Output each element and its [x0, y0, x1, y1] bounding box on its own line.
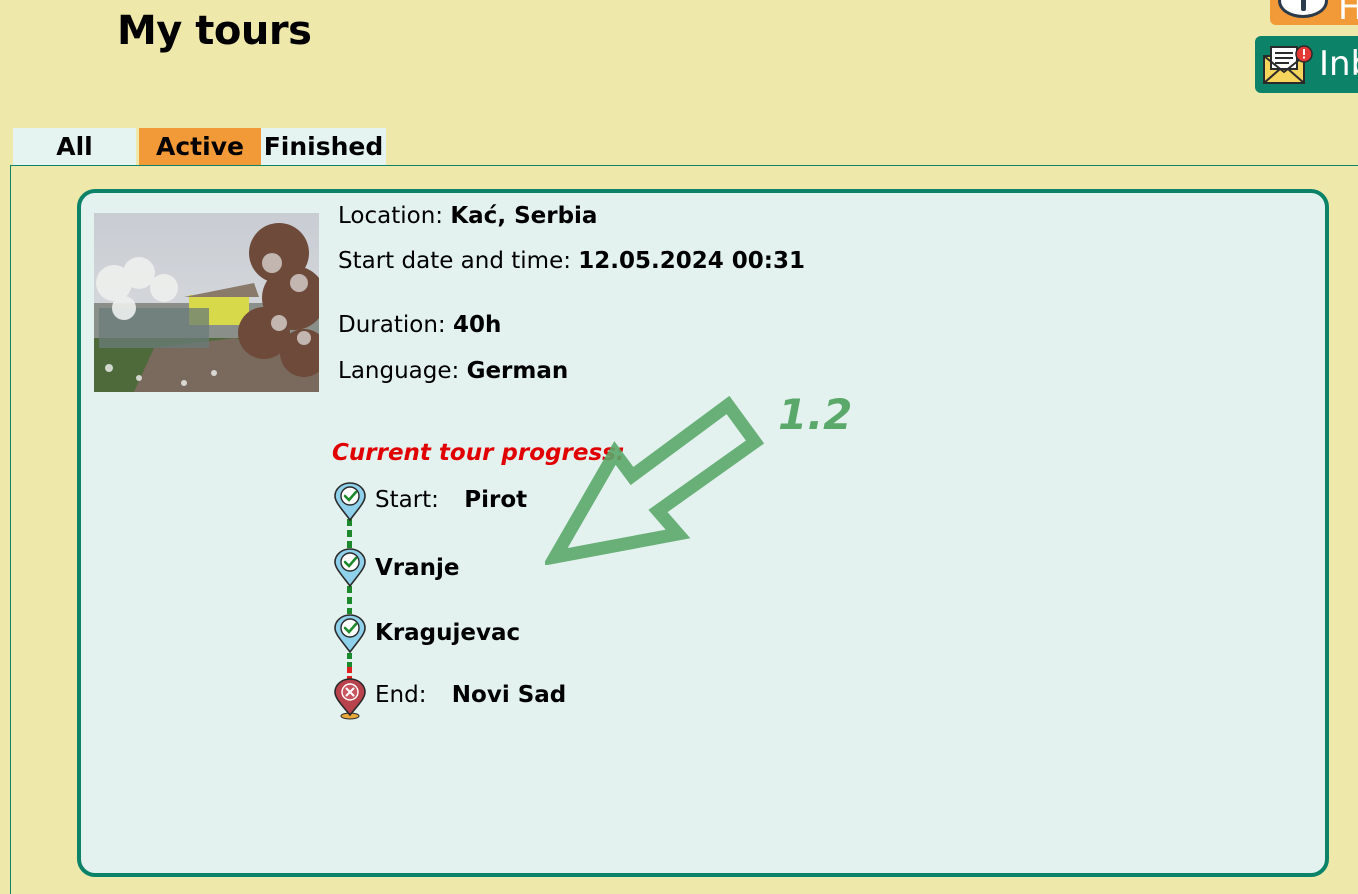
stop-waypoint: Kragujevac [375, 620, 520, 646]
duration-label: Duration: [338, 312, 446, 338]
help-label: H [1338, 0, 1358, 25]
stop-city: Novi Sad [451, 682, 567, 708]
cross-pin-icon [334, 678, 366, 720]
duration-value: 40h [452, 312, 502, 338]
location-value: Kać, Serbia [450, 203, 598, 229]
route-segment-completed [347, 653, 352, 667]
help-icon [1278, 0, 1328, 18]
stop-city: Pirot [464, 487, 528, 513]
stop-city: Kragujevac [375, 620, 521, 646]
check-pin-icon [334, 614, 366, 654]
language-line: Language: German [338, 358, 568, 384]
check-pin-icon [334, 482, 366, 522]
route-segment-completed [347, 519, 352, 549]
location-label: Location: [338, 203, 444, 229]
check-pin-icon [334, 548, 366, 588]
tab-finished[interactable]: Finished [261, 128, 386, 165]
stop-prefix: Start: [375, 487, 439, 513]
tab-active[interactable]: Active [139, 128, 261, 165]
stop-start: Start: Pirot [375, 487, 527, 513]
location-line: Location: Kać, Serbia [338, 203, 597, 229]
mail-alert-icon [1263, 45, 1313, 84]
duration-line: Duration: 40h [338, 312, 501, 338]
stop-waypoint: Vranje [375, 555, 460, 581]
help-button[interactable]: H [1270, 0, 1358, 25]
page-title: My tours [117, 8, 312, 54]
stop-city: Vranje [375, 555, 460, 581]
language-value: German [466, 358, 569, 384]
start-date-value: 12.05.2024 00:31 [578, 248, 806, 274]
tour-photo [94, 213, 319, 392]
route-segment-completed [347, 586, 352, 614]
stop-prefix: End: [375, 682, 427, 708]
stop-end: End: Novi Sad [375, 682, 566, 708]
annotation-arrow-icon [545, 395, 765, 565]
annotation-label: 1.2 [778, 390, 853, 439]
language-label: Language: [338, 358, 460, 384]
tab-all[interactable]: All [13, 128, 136, 165]
start-date-line: Start date and time: 12.05.2024 00:31 [338, 248, 805, 274]
inbox-button[interactable]: Inb [1255, 36, 1358, 93]
page: My tours H Inb All Active Finished [0, 0, 1358, 894]
tour-filter-tabs: All Active Finished [13, 128, 386, 165]
start-date-label: Start date and time: [338, 248, 571, 274]
inbox-label: Inb [1319, 44, 1358, 84]
